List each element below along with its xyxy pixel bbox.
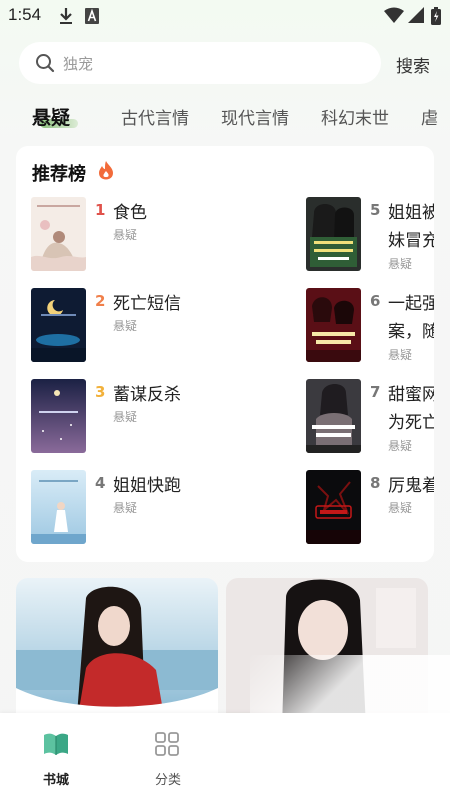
book-genre-tag: 悬疑 bbox=[388, 439, 413, 453]
book-cover bbox=[31, 288, 86, 362]
search-button[interactable]: 搜索 bbox=[396, 52, 430, 77]
download-icon bbox=[58, 7, 74, 29]
signal-icon bbox=[408, 7, 424, 27]
book-title: 食色 bbox=[113, 203, 147, 223]
book-genre-tag: 悬疑 bbox=[388, 348, 413, 362]
book-title: 厉鬼着 bbox=[388, 476, 434, 496]
book-title-line-1: 姐姐被 bbox=[388, 203, 434, 223]
book-title: 甜蜜网 为死亡 bbox=[388, 381, 434, 437]
book-title: 死亡短信 bbox=[113, 294, 181, 314]
rank-item-6[interactable]: 6 一起强 案，随 悬疑 bbox=[306, 288, 434, 364]
rank-item-4[interactable]: 4 姐姐快跑 悬疑 bbox=[31, 470, 261, 546]
battery-icon bbox=[431, 7, 441, 29]
fire-icon bbox=[98, 160, 114, 184]
rank-number: 1 bbox=[95, 201, 106, 219]
search-icon bbox=[35, 53, 55, 77]
nav-bookstore-label: 书城 bbox=[42, 773, 69, 788]
rank-number: 7 bbox=[370, 383, 381, 401]
tab-suspense[interactable]: 悬疑 bbox=[32, 103, 70, 130]
rank-item-1[interactable]: 1 食色 悬疑 bbox=[31, 197, 261, 273]
category-tabs: 悬疑 古代言情 现代言情 科幻末世 虐 bbox=[0, 100, 450, 134]
rank-number: 4 bbox=[95, 474, 106, 492]
recommend-ranking-card: 推荐榜 1 食色 悬疑 2 死亡短信 悬疑 3 蓄谋反杀 悬疑 4 姐姐快跑 悬… bbox=[16, 146, 434, 562]
book-cover bbox=[306, 379, 361, 453]
book-cover bbox=[31, 470, 86, 544]
book-title-line-2: 为死亡 bbox=[388, 413, 434, 433]
book-cover bbox=[306, 197, 361, 271]
rank-number: 8 bbox=[370, 474, 381, 492]
tab-modern-romance[interactable]: 现代言情 bbox=[221, 104, 289, 129]
book-genre-tag: 悬疑 bbox=[113, 228, 138, 242]
ranking-title: 推荐榜 bbox=[32, 164, 86, 185]
rank-number: 3 bbox=[95, 383, 106, 401]
book-title-line-2: 案，随 bbox=[388, 322, 434, 342]
tab-abuse[interactable]: 虐 bbox=[421, 104, 438, 129]
book-genre-tag: 悬疑 bbox=[113, 501, 138, 515]
open-book-icon bbox=[42, 731, 70, 761]
rank-item-8[interactable]: 8 厉鬼着 悬疑 bbox=[306, 470, 434, 546]
rank-item-3[interactable]: 3 蓄谋反杀 悬疑 bbox=[31, 379, 261, 455]
rank-number: 6 bbox=[370, 292, 381, 310]
search-bar[interactable]: 独宠 bbox=[19, 42, 381, 84]
featured-book-cover-1[interactable] bbox=[16, 578, 218, 728]
book-genre-tag: 悬疑 bbox=[388, 501, 413, 515]
rank-item-5[interactable]: 5 姐姐被 妹冒充 悬疑 bbox=[306, 197, 434, 273]
book-cover bbox=[306, 470, 361, 544]
book-cover bbox=[31, 379, 86, 453]
book-title: 姐姐被 妹冒充 bbox=[388, 199, 434, 255]
book-title: 蓄谋反杀 bbox=[113, 385, 181, 405]
book-cover bbox=[306, 288, 361, 362]
nav-category[interactable]: 分类 bbox=[112, 713, 224, 800]
search-input[interactable]: 独宠 bbox=[63, 53, 93, 74]
status-time: 1:54 bbox=[8, 5, 42, 24]
rank-number: 2 bbox=[95, 292, 106, 310]
book-title-line-1: 一起强 bbox=[388, 294, 434, 314]
book-genre-tag: 悬疑 bbox=[388, 257, 413, 271]
book-genre-tag: 悬疑 bbox=[113, 410, 138, 424]
watermark-overlay bbox=[250, 655, 450, 800]
rank-number: 5 bbox=[370, 201, 381, 219]
notification-a-icon bbox=[84, 7, 100, 29]
book-title-line-2: 妹冒充 bbox=[388, 231, 434, 251]
book-cover bbox=[31, 197, 86, 271]
rank-item-7[interactable]: 7 甜蜜网 为死亡 悬疑 bbox=[306, 379, 434, 455]
tab-scifi-apocalypse[interactable]: 科幻末世 bbox=[321, 104, 389, 129]
wifi-icon bbox=[384, 7, 404, 27]
rank-item-2[interactable]: 2 死亡短信 悬疑 bbox=[31, 288, 261, 364]
tab-ancient-romance[interactable]: 古代言情 bbox=[121, 104, 189, 129]
book-title-line-1: 甜蜜网 bbox=[388, 385, 434, 405]
book-title: 姐姐快跑 bbox=[113, 476, 181, 496]
nav-category-label: 分类 bbox=[154, 773, 181, 788]
nav-bookstore[interactable]: 书城 bbox=[0, 713, 112, 800]
status-bar: 1:54 bbox=[0, 0, 450, 32]
book-genre-tag: 悬疑 bbox=[113, 319, 138, 333]
book-title: 一起强 案，随 bbox=[388, 290, 434, 346]
grid-icon bbox=[154, 731, 180, 761]
